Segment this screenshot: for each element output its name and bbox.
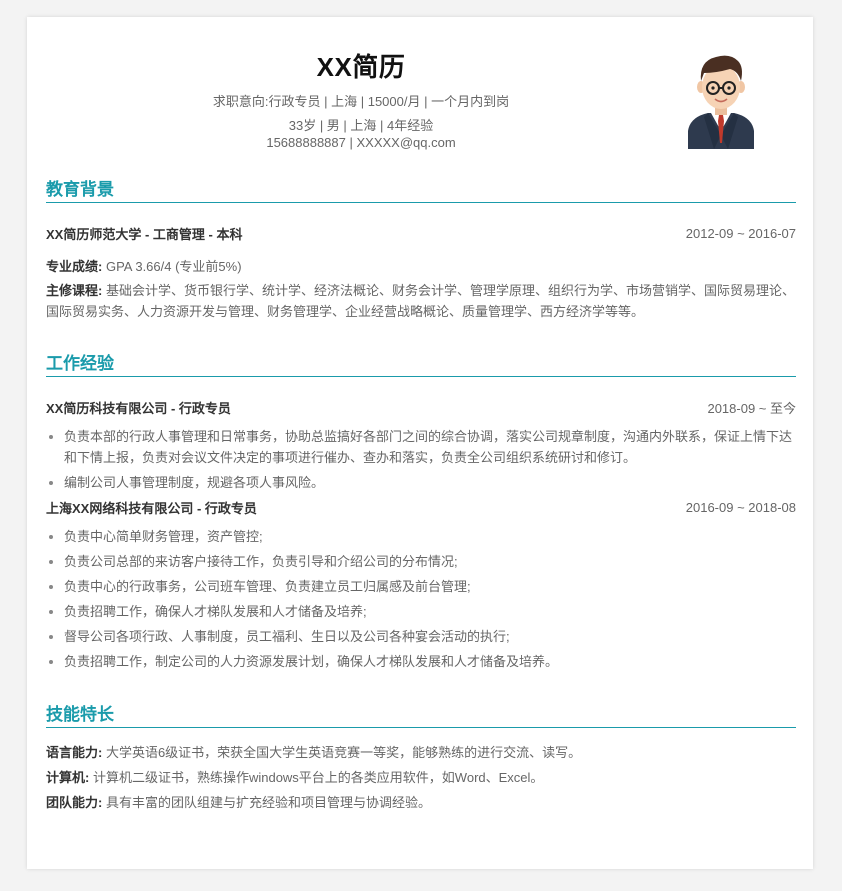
skill-label: 语言能力: — [46, 745, 103, 760]
resume-header: XX简历 求职意向:行政专员 | 上海 | 15000/月 | 一个月内到岗 3… — [46, 17, 796, 167]
gpa-label: 专业成绩: — [46, 259, 103, 274]
education-courses: 主修课程: 基础会计学、货币银行学、统计学、经济法概论、财务会计学、管理学原理、… — [46, 280, 796, 322]
courses-value: 基础会计学、货币银行学、统计学、经济法概论、财务会计学、管理学原理、组织行为学、… — [46, 283, 795, 319]
job-duties-1: 负责本部的行政人事管理和日常事务，协助总监搞好各部门之间的综合协调，落实公司规章… — [46, 426, 796, 493]
job-company-2: 上海XX网络科技有限公司 - 行政专员 — [46, 501, 257, 516]
avatar-man-glasses-icon — [688, 55, 754, 149]
list-item: 负责招聘工作，确保人才梯队发展和人才储备及培养; — [64, 601, 796, 622]
resume-name: XX简历 — [316, 52, 406, 82]
skill-value: 具有丰富的团队组建与扩充经验和项目管理与协调经验。 — [102, 795, 431, 810]
skill-computer: 计算机: 计算机二级证书，熟练操作windows平台上的各类应用软件，如Word… — [46, 767, 796, 788]
personal-info: 33岁 | 男 | 上海 | 4年经验 — [288, 118, 434, 133]
job-date-2: 2016-09 ~ 2018-08 — [685, 500, 796, 515]
resume-page: XX简历 求职意向:行政专员 | 上海 | 15000/月 | 一个月内到岗 3… — [27, 17, 813, 869]
list-item: 负责中心的行政事务，公司班车管理、负责建立员工归属感及前台管理; — [64, 576, 796, 597]
skill-label: 团队能力: — [46, 795, 103, 810]
resume-content: XX简历 求职意向:行政专员 | 上海 | 15000/月 | 一个月内到岗 3… — [46, 17, 796, 813]
list-item: 编制公司人事管理制度，规避各项人事风险。 — [64, 472, 796, 493]
list-item: 负责中心简单财务管理，资产管控; — [64, 526, 796, 547]
section-title-work: 工作经验 — [46, 349, 796, 377]
skill-language: 语言能力: 大学英语6级证书，荣获全国大学生英语竞赛一等奖，能够熟练的进行交流、… — [46, 742, 796, 763]
education-row: XX简历师范大学 - 工商管理 - 本科 2012-09 ~ 2016-07 — [46, 224, 796, 243]
job-duties-2: 负责中心简单财务管理，资产管控; 负责公司总部的来访客户接待工作，负责引导和介绍… — [46, 526, 796, 672]
skill-value: 大学英语6级证书，荣获全国大学生英语竞赛一等奖，能够熟练的进行交流、读写。 — [102, 745, 582, 760]
skill-value: 计算机二级证书，熟练操作windows平台上的各类应用软件，如Word、Exce… — [89, 770, 544, 785]
skill-label: 计算机: — [46, 770, 90, 785]
job-company-1: XX简历科技有限公司 - 行政专员 — [46, 401, 231, 416]
job-row-1: XX简历科技有限公司 - 行政专员 2018-09 ~ 至今 — [46, 398, 796, 417]
job-intent: 求职意向:行政专员 | 上海 | 15000/月 | 一个月内到岗 — [212, 94, 510, 109]
education-gpa: 专业成绩: GPA 3.66/4 (专业前5%) — [46, 256, 796, 277]
list-item: 督导公司各项行政、人事制度，员工福利、生日以及公司各种宴会活动的执行; — [64, 626, 796, 647]
list-item: 负责本部的行政人事管理和日常事务，协助总监搞好各部门之间的综合协调，落实公司规章… — [64, 426, 796, 468]
list-item: 负责公司总部的来访客户接待工作，负责引导和介绍公司的分布情况; — [64, 551, 796, 572]
education-school: XX简历师范大学 - 工商管理 - 本科 — [46, 227, 243, 242]
education-date: 2012-09 ~ 2016-07 — [685, 226, 796, 241]
skill-team: 团队能力: 具有丰富的团队组建与扩充经验和项目管理与协调经验。 — [46, 792, 796, 813]
contact-info: 15688888887 | XXXXX@qq.com — [266, 135, 456, 150]
gpa-value: GPA 3.66/4 (专业前5%) — [102, 259, 242, 274]
courses-label: 主修课程: — [46, 283, 103, 298]
section-title-skills: 技能特长 — [46, 700, 796, 728]
section-title-education: 教育背景 — [46, 175, 796, 203]
job-date-1: 2018-09 ~ 至今 — [707, 401, 796, 416]
list-item: 负责招聘工作，制定公司的人力资源发展计划，确保人才梯队发展和人才储备及培养。 — [64, 651, 796, 672]
job-row-2: 上海XX网络科技有限公司 - 行政专员 2016-09 ~ 2018-08 — [46, 498, 796, 517]
